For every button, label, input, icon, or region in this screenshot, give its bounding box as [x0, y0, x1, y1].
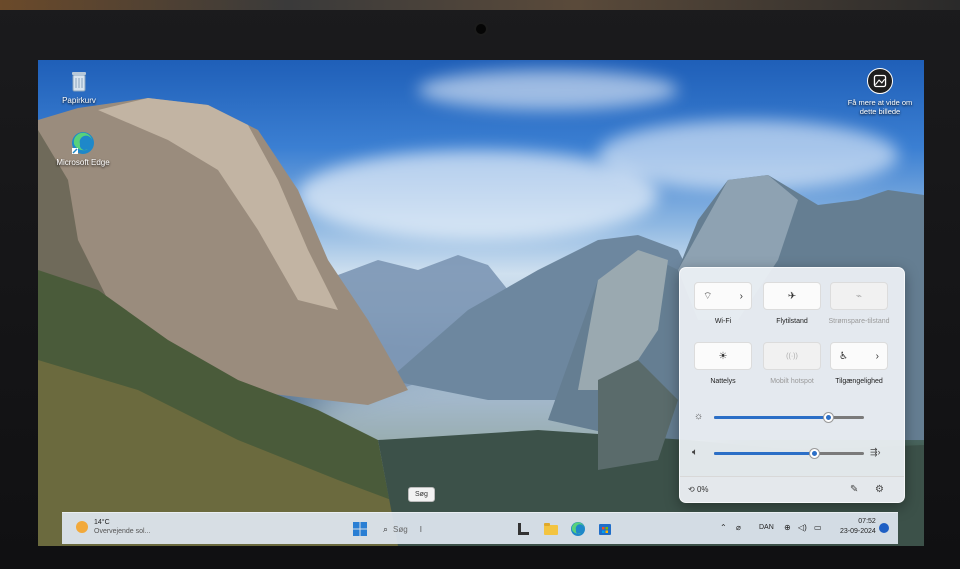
quick-settings-footer: ⟲ 0% ✎ ⚙ [680, 476, 904, 502]
background-strip [0, 0, 960, 10]
wifi-toggle[interactable]: ⌔ › [694, 282, 752, 310]
wifi-icon: ⌔ [703, 290, 713, 302]
task-view-icon[interactable] [515, 521, 531, 537]
taskbar-search[interactable]: ⌕ Søg I [377, 519, 497, 539]
battery-saver-toggle[interactable]: ⌁ [830, 282, 888, 310]
battery-tray-icon[interactable]: ▭ [814, 523, 822, 532]
brightness-icon: ☼ [694, 411, 704, 422]
settings-gear-icon[interactable]: ⚙ [875, 484, 884, 495]
tile-label-airplane: Flytilstand [776, 318, 808, 325]
airplane-icon: ✈ [787, 290, 797, 302]
chevron-right-icon[interactable]: › [740, 291, 743, 302]
tile-label-battery-saver: Strømspare-tilstand [828, 318, 890, 325]
hotspot-icon: ((·)) [786, 352, 798, 360]
chevron-up-icon[interactable]: ⌃ [720, 523, 727, 532]
desktop-icon-edge[interactable]: Microsoft Edge [48, 130, 118, 167]
desktop-icon-label: Microsoft Edge [56, 158, 110, 167]
accessibility-toggle[interactable]: ♿ › [830, 342, 888, 370]
edge-icon [72, 132, 94, 154]
battery-icon: ⟲ [688, 485, 695, 494]
start-windows-icon[interactable] [352, 521, 368, 537]
clock[interactable]: 07:52 23-09-2024 [840, 517, 876, 537]
speaker-icon[interactable]: ◁) [798, 523, 807, 532]
battery-saver-icon: ⌁ [855, 290, 863, 302]
accessibility-icon: ♿ [839, 350, 848, 362]
volume-slider[interactable] [714, 449, 864, 458]
weather-sun-icon [76, 521, 88, 533]
clock-time: 07:52 [858, 518, 876, 525]
tile-label-hotspot: Mobilt hotspot [770, 378, 814, 385]
volume-fill [714, 452, 815, 455]
network-icon[interactable]: ⌀ [736, 523, 741, 532]
laptop-frame: Papirkurv Microsoft Edge Få mere at vide… [0, 0, 960, 569]
night-light-toggle[interactable]: ☀ [694, 342, 752, 370]
brightness-slider[interactable] [714, 413, 864, 422]
camera-info-icon [867, 68, 893, 94]
battery-indicator[interactable]: ⟲ 0% [688, 485, 709, 494]
volume-icon[interactable]: 🔈︎ [692, 447, 698, 458]
microsoft-store-icon[interactable] [597, 521, 613, 537]
edit-pencil-icon[interactable]: ✎ [850, 484, 858, 495]
tile-label-wifi: Wi-Fi [714, 318, 732, 325]
search-placeholder: Søg [393, 524, 408, 534]
desktop-icon-recycle-bin[interactable]: Papirkurv [44, 68, 114, 105]
learn-about-picture[interactable]: Få mere at vide om dette billede [844, 68, 916, 116]
chevron-right-icon[interactable]: › [876, 351, 879, 362]
search-tooltip: Søg [408, 487, 435, 502]
airplane-mode-toggle[interactable]: ✈ [763, 282, 821, 310]
clock-date: 23-09-2024 [840, 528, 876, 535]
night-light-icon: ☀ [718, 350, 728, 362]
volume-thumb[interactable] [810, 449, 819, 458]
mobile-hotspot-toggle[interactable]: ((·)) [763, 342, 821, 370]
weather-description: Overvejende sol... [94, 528, 151, 535]
taskbar: 14°C Overvejende sol... ⌕ Søg I ⌃ ⌀ DAN … [62, 512, 898, 544]
language-indicator[interactable]: DAN [759, 524, 774, 531]
globe-icon[interactable]: ⊕ [784, 523, 791, 532]
webcam [474, 22, 488, 36]
audio-output-icon[interactable]: ⇶› [870, 447, 881, 458]
desktop-screen: Papirkurv Microsoft Edge Få mere at vide… [38, 60, 924, 546]
quick-settings-panel: ⌔ › Wi-Fi ✈ Flytilstand ⌁ Strømspare-til… [679, 267, 905, 503]
battery-percent: 0% [696, 485, 709, 494]
recycle-bin-icon [72, 72, 86, 92]
tile-label-accessibility: Tilgængelighed [835, 378, 883, 385]
file-explorer-icon[interactable] [543, 521, 559, 537]
brightness-fill [714, 416, 828, 419]
edge-taskbar-icon[interactable] [570, 521, 586, 537]
desktop-icon-label: Papirkurv [62, 96, 96, 105]
text-cursor-icon: I [419, 524, 422, 534]
search-icon: ⌕ [383, 523, 389, 534]
weather-temperature: 14°C [94, 519, 110, 526]
notification-bell-icon[interactable] [879, 523, 889, 533]
tile-label-night-light: Nattelys [710, 378, 736, 385]
brightness-thumb[interactable] [823, 413, 833, 422]
learn-more-text: Få mere at vide om dette billede [847, 98, 913, 116]
